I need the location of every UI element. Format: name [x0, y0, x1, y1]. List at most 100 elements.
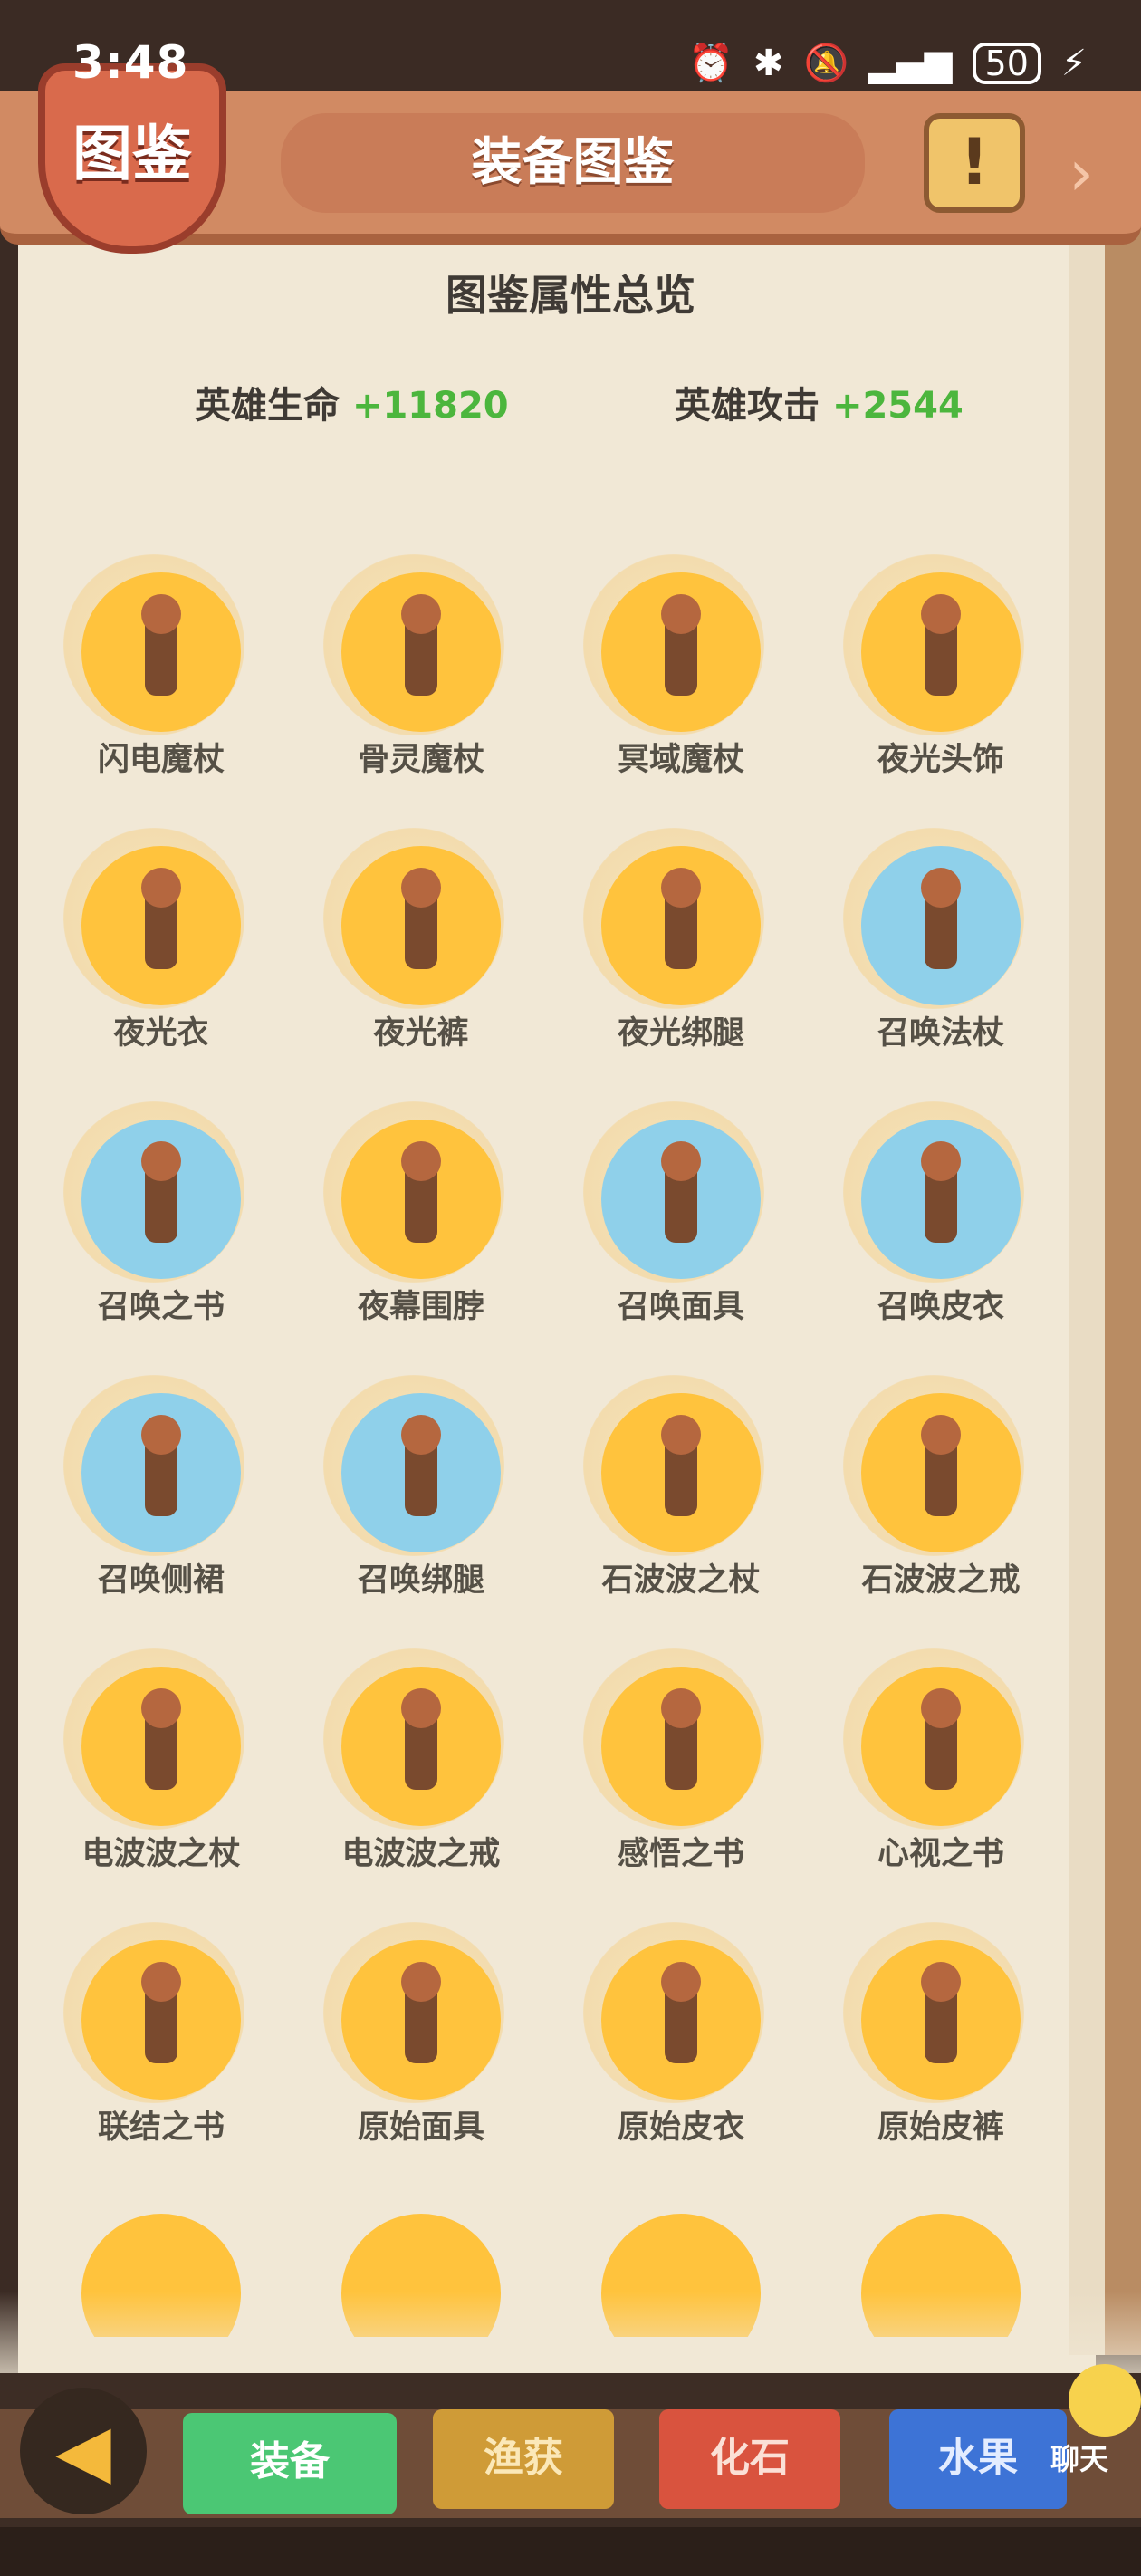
equipment-item[interactable]: 感悟之书 [547, 1638, 764, 1882]
codex-badge-label: 图鉴 [72, 119, 192, 188]
item-name: 联结之书 [97, 2110, 225, 2146]
mute-icon: 🔕 [803, 43, 849, 84]
arrow-left-icon: ◀ [55, 2408, 111, 2493]
chat-button[interactable]: 聊天 [1023, 2355, 1141, 2476]
equipment-icon [601, 1120, 761, 1279]
item-name: 召唤侧裙 [97, 1562, 225, 1599]
equipment-icon [861, 1940, 1021, 2100]
item-name: 原始皮裤 [877, 2110, 1004, 2146]
equipment-icon [82, 572, 241, 732]
item-name: 召唤绑腿 [357, 1562, 484, 1599]
item-name: 召唤之书 [97, 1289, 225, 1325]
chat-label: 聊天 [1050, 2442, 1109, 2476]
equipment-item[interactable]: 夜光裤 [287, 817, 504, 1062]
equipment-icon [601, 846, 761, 1005]
item-name: 夜光绑腿 [617, 1015, 744, 1052]
item-name: 电波波之戒 [341, 1836, 501, 1872]
equipment-grid: 闪电魔杖 骨灵魔杖 冥域魔杖 夜光头饰 夜光衣 夜光裤 夜光绑腿 召唤法杖 召唤之书 夜幕围脖 召唤… [27, 543, 1060, 2337]
equipment-item[interactable]: 骨灵魔杖 [287, 543, 504, 788]
tab-fossil[interactable]: 化石 [659, 2409, 840, 2509]
equipment-item[interactable]: 召唤皮衣 [807, 1091, 1024, 1335]
paper-edge-inner [1069, 217, 1105, 2355]
item-name: 夜幕围脖 [357, 1289, 484, 1325]
equipment-item[interactable]: 原始皮衣 [547, 1911, 764, 2156]
equipment-icon [601, 1667, 761, 1826]
bluetooth-icon: ✱ [753, 42, 784, 84]
hero-atk-stat: 英雄攻击 +2544 [675, 376, 964, 428]
item-name: 召唤皮衣 [877, 1289, 1004, 1325]
battery-indicator: 50 [972, 42, 1041, 84]
item-name: 夜光头饰 [877, 742, 1004, 778]
equipment-item[interactable]: 召唤绑腿 [287, 1364, 504, 1609]
signal-icon: ▂▄▆ [868, 42, 953, 84]
equipment-item[interactable]: 夜幕围脖 [287, 1091, 504, 1335]
equipment-icon [601, 1940, 761, 2100]
page-title: 装备图鉴 [281, 113, 865, 213]
equipment-icon [601, 1393, 761, 1552]
alarm-icon: ⏰ [688, 43, 734, 84]
equipment-item[interactable]: 原始面具 [287, 1911, 504, 2156]
equipment-item[interactable]: 召唤之书 [27, 1091, 244, 1335]
equipment-icon [82, 1393, 241, 1552]
scroll-icon: ! [960, 125, 989, 199]
status-bar: 3:48 ⏰ ✱ 🔕 ▂▄▆ 50 ⚡ [0, 0, 1141, 89]
equipment-icon [601, 572, 761, 732]
equipment-icon [341, 1667, 501, 1826]
equipment-item[interactable]: 召唤面具 [547, 1091, 764, 1335]
clock: 3:48 [72, 36, 189, 89]
equipment-item[interactable]: 电波波之戒 [287, 1638, 504, 1882]
item-name: 夜光裤 [373, 1015, 469, 1052]
charging-icon: ⚡ [1060, 42, 1087, 84]
equipment-icon [861, 572, 1021, 732]
equipment-icon [82, 1120, 241, 1279]
header: 图鉴 装备图鉴 ! › [0, 63, 1141, 263]
item-name: 感悟之书 [617, 1836, 744, 1872]
hp-label: 英雄生命 [195, 385, 340, 427]
chevron-right-icon[interactable]: › [1069, 136, 1094, 210]
equipment-item[interactable]: 夜光头饰 [807, 543, 1024, 788]
equipment-item[interactable]: 石波波之杖 [547, 1364, 764, 1609]
screen: 3:48 ⏰ ✱ 🔕 ▂▄▆ 50 ⚡ 图鉴 装备图鉴 ! › 图鉴属性总览 英… [0, 0, 1141, 2576]
equipment-icon [82, 1667, 241, 1826]
tab-equipment[interactable]: 装备 [183, 2413, 397, 2514]
equipment-icon [861, 1393, 1021, 1552]
item-name: 骨灵魔杖 [357, 742, 484, 778]
atk-label: 英雄攻击 [675, 385, 820, 427]
status-icons: ⏰ ✱ 🔕 ▂▄▆ 50 ⚡ [688, 42, 1087, 84]
equipment-item[interactable]: 石波波之戒 [807, 1364, 1024, 1609]
equipment-icon [341, 846, 501, 1005]
system-nav-bar [0, 2527, 1141, 2576]
equipment-icon [82, 1940, 241, 2100]
equipment-icon [341, 572, 501, 732]
equipment-icon [861, 1120, 1021, 1279]
equipment-icon [341, 1393, 501, 1552]
atk-value: +2544 [831, 385, 964, 427]
item-name: 夜光衣 [113, 1015, 209, 1052]
equipment-item[interactable]: 闪电魔杖 [27, 543, 244, 788]
equipment-item[interactable]: 电波波之杖 [27, 1638, 244, 1882]
equipment-item[interactable]: 召唤侧裙 [27, 1364, 244, 1609]
equipment-icon [861, 846, 1021, 1005]
equipment-item[interactable]: 夜光绑腿 [547, 817, 764, 1062]
item-name: 石波波之杖 [601, 1562, 761, 1599]
equipment-icon [82, 846, 241, 1005]
chat-bubble-icon [1069, 2364, 1141, 2437]
equipment-item[interactable]: 联结之书 [27, 1911, 244, 2156]
equipment-icon [341, 1940, 501, 2100]
equipment-item[interactable]: 冥域魔杖 [547, 543, 764, 788]
item-name: 原始皮衣 [617, 2110, 744, 2146]
overview-title: 图鉴属性总览 [446, 271, 695, 320]
tab-fish[interactable]: 渔获 [433, 2409, 614, 2509]
equipment-item[interactable]: 原始皮裤 [807, 1911, 1024, 2156]
item-name: 原始面具 [357, 2110, 484, 2146]
item-name: 召唤法杖 [877, 1015, 1004, 1052]
equipment-item[interactable]: 心视之书 [807, 1638, 1024, 1882]
hero-hp-stat: 英雄生命 +11820 [195, 376, 509, 428]
equipment-item[interactable]: 夜光衣 [27, 817, 244, 1062]
equipment-item[interactable]: 召唤法杖 [807, 817, 1024, 1062]
equipment-icon [341, 1120, 501, 1279]
codex-badge: 图鉴 [38, 63, 226, 254]
scroll-notice-button[interactable]: ! [924, 113, 1025, 213]
back-button[interactable]: ◀ [20, 2388, 147, 2514]
item-name: 心视之书 [877, 1836, 1004, 1872]
